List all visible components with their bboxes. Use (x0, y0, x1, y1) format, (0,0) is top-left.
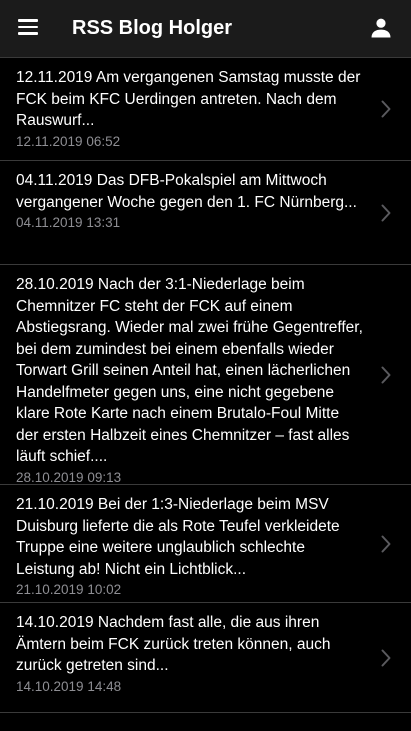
chevron-right-icon (381, 204, 391, 221)
chevron-right-icon (381, 366, 391, 383)
feed-item-date: 04.11.2019 13:31 (16, 215, 121, 230)
feed-item-text: 28.10.2019 Nach der 3:1-Niederlage beim … (16, 276, 363, 465)
feed-item-date: 21.10.2019 10:02 (16, 582, 122, 597)
feed-item-text: 14.10.2019 Nachdem fast alle, die aus ih… (16, 614, 331, 674)
feed-item-text: 04.11.2019 Das DFB-Pokalspiel am Mittwoc… (16, 172, 357, 211)
page-title: RSS Blog Holger (72, 17, 233, 39)
feed-item[interactable]: 12.11.2019 Am vergangenen Samstag musste… (0, 58, 411, 161)
feed-item[interactable]: 04.11.2019 Das DFB-Pokalspiel am Mittwoc… (0, 161, 411, 265)
feed-item[interactable]: 28.10.2019 Nach der 3:1-Niederlage beim … (0, 265, 411, 485)
feed-item-date: 28.10.2019 09:13 (16, 469, 122, 485)
feed-item-date: 14.10.2019 14:48 (16, 678, 122, 694)
chevron-right-icon (381, 100, 391, 118)
feed-item[interactable]: 14.10.2019 Nachdem fast alle, die aus ih… (0, 603, 411, 713)
feed-item[interactable]: 21.10.2019 Bei der 1:3-Niederlage beim M… (0, 485, 411, 603)
app-bar: RSS Blog Holger (0, 0, 411, 58)
chevron-right-icon (381, 535, 391, 552)
menu-icon[interactable] (18, 19, 38, 37)
feed-item-text: 21.10.2019 Bei der 1:3-Niederlage beim M… (16, 496, 340, 578)
account-icon[interactable] (369, 16, 393, 40)
chevron-right-icon (381, 649, 391, 666)
feed-item-text: 12.11.2019 Am vergangenen Samstag musste… (16, 69, 361, 129)
feed-item-date: 12.11.2019 06:52 (16, 133, 121, 149)
feed-list: 12.11.2019 Am vergangenen Samstag musste… (0, 58, 411, 713)
